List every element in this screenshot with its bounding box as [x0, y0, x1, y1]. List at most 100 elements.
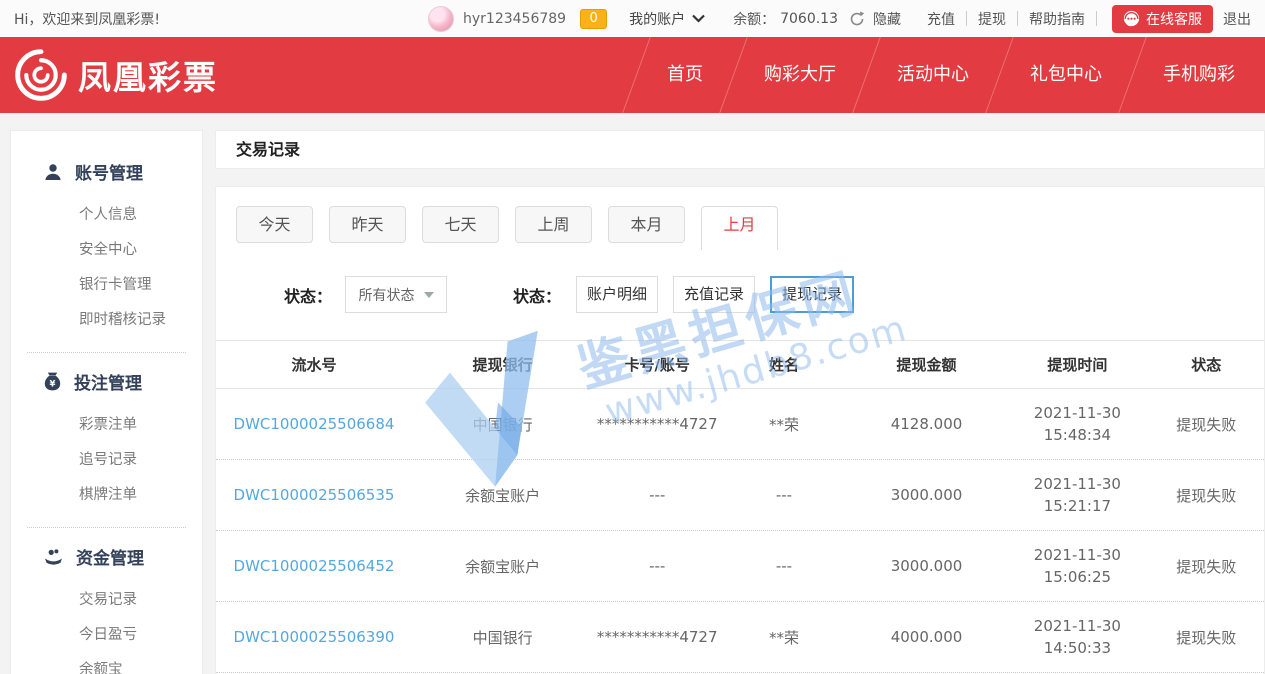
nav-item-gift-center[interactable]: 礼包中心 [1000, 37, 1132, 113]
bank-cell: 余额宝账户 [412, 556, 593, 577]
nav-item-mobile[interactable]: 手机购彩 [1133, 37, 1265, 113]
caret-down-icon [424, 292, 434, 298]
card-cell: ***********4727 [593, 415, 721, 433]
status-filter-label: 状态： [284, 283, 332, 307]
col-header-name: 姓名 [721, 354, 847, 375]
sidebar-item-bank-card[interactable]: 银行卡管理 [11, 268, 202, 303]
sidebar-item-board-orders[interactable]: 棋牌注单 [11, 478, 202, 513]
withdraw-link[interactable]: 提现 [978, 9, 1006, 29]
svg-text:¥: ¥ [50, 380, 56, 390]
bank-cell: 中国银行 [412, 627, 593, 648]
welcome-text: Hi，欢迎来到凤凰彩票! [14, 9, 160, 29]
table-row: DWC1000025506684 中国银行 ***********4727 **… [216, 389, 1264, 460]
sidebar-divider [27, 527, 186, 528]
tab-this-month[interactable]: 本月 [608, 206, 685, 243]
sidebar-section-title: 资金管理 [76, 544, 144, 569]
time-cell: 2021-11-30 15:48:34 [1006, 402, 1149, 446]
main-nav: 首页 购彩大厅 活动中心 礼包中心 手机购彩 [636, 37, 1265, 113]
main-header: 凤凰彩票 首页 购彩大厅 活动中心 礼包中心 手机购彩 [0, 37, 1265, 113]
recharge-link[interactable]: 充值 [927, 9, 955, 29]
hide-balance-link[interactable]: 隐藏 [873, 9, 901, 29]
sidebar-section-title: 账号管理 [75, 159, 143, 184]
message-count-badge[interactable]: 0 [580, 9, 607, 29]
col-header-amount: 提现金额 [847, 354, 1006, 375]
account-detail-button[interactable]: 账户明细 [576, 276, 658, 313]
col-header-status: 状态 [1149, 354, 1264, 375]
sidebar-item-security-center[interactable]: 安全中心 [11, 233, 202, 268]
card-cell: ***********4727 [593, 628, 721, 646]
tab-last-week[interactable]: 上周 [515, 206, 592, 243]
nav-item-lottery-hall[interactable]: 购彩大厅 [734, 37, 866, 113]
brand-logo[interactable]: 凤凰彩票 [14, 48, 218, 102]
main-content: 交易记录 今天 昨天 七天 上周 本月 上月 状态： 所有状态 状态： 账户明细… [215, 130, 1265, 674]
col-header-bank: 提现银行 [412, 354, 593, 375]
sidebar-section-account: 账号管理 [11, 159, 202, 184]
sidebar-section-funds: 资金管理 [11, 544, 202, 569]
name-cell: --- [721, 557, 847, 575]
status-cell: 提现失败 [1149, 414, 1264, 435]
help-guide-link[interactable]: 帮助指南 [1029, 9, 1085, 29]
time-cell: 2021-11-30 14:50:33 [1006, 615, 1149, 659]
username-text: hyr123456789 [463, 11, 566, 27]
user-avatar[interactable] [428, 6, 454, 32]
card-cell: --- [593, 486, 721, 504]
serial-number[interactable]: DWC1000025506390 [216, 628, 412, 646]
sidebar-section-betting: ¥ 投注管理 [11, 369, 202, 394]
tab-today[interactable]: 今天 [236, 206, 313, 243]
date-text: 2021-11-30 [1006, 615, 1149, 637]
logout-link[interactable]: 退出 [1223, 9, 1251, 29]
status-cell: 提现失败 [1149, 485, 1264, 506]
tab-seven-days[interactable]: 七天 [422, 206, 499, 243]
sidebar-item-transaction-records[interactable]: 交易记录 [11, 583, 202, 618]
bank-cell: 中国银行 [412, 414, 593, 435]
my-account-dropdown[interactable]: 我的账户 [629, 9, 705, 29]
card-cell: --- [593, 557, 721, 575]
time-text: 15:06:25 [1006, 566, 1149, 588]
time-cell: 2021-11-30 15:06:25 [1006, 544, 1149, 588]
sidebar: 账号管理 个人信息 安全中心 银行卡管理 即时稽核记录 ¥ 投注管理 彩票注单 … [10, 130, 203, 674]
withdraw-records-button[interactable]: 提现记录 [770, 276, 854, 313]
nav-item-home[interactable]: 首页 [637, 37, 733, 113]
time-cell: 2021-11-30 15:21:17 [1006, 473, 1149, 517]
amount-cell: 4000.000 [847, 628, 1006, 646]
type-filter-label: 状态： [513, 283, 561, 307]
recharge-records-button[interactable]: 充值记录 [673, 276, 755, 313]
divider [1017, 11, 1018, 26]
records-card: 今天 昨天 七天 上周 本月 上月 状态： 所有状态 状态： 账户明细 充值记录… [215, 186, 1265, 674]
funds-icon [44, 548, 63, 565]
bank-cell: 余额宝账户 [412, 485, 593, 506]
status-cell: 提现失败 [1149, 627, 1264, 648]
date-text: 2021-11-30 [1006, 473, 1149, 495]
sidebar-item-chase-records[interactable]: 追号记录 [11, 443, 202, 478]
online-service-button[interactable]: 在线客服 [1112, 5, 1213, 33]
status-select[interactable]: 所有状态 [345, 276, 447, 313]
time-text: 15:48:34 [1006, 424, 1149, 446]
tab-yesterday[interactable]: 昨天 [329, 206, 406, 243]
moneybag-icon: ¥ [44, 372, 61, 391]
table-row: DWC1000025506452 余额宝账户 --- --- 3000.000 … [216, 531, 1264, 602]
divider [966, 11, 967, 26]
sidebar-item-today-pl[interactable]: 今日盈亏 [11, 618, 202, 653]
refresh-icon[interactable] [849, 11, 865, 27]
serial-number[interactable]: DWC1000025506535 [216, 486, 412, 504]
table-row: DWC1000025506535 余额宝账户 --- --- 3000.000 … [216, 460, 1264, 531]
sidebar-section-title: 投注管理 [74, 369, 142, 394]
nav-item-activity-center[interactable]: 活动中心 [867, 37, 999, 113]
date-text: 2021-11-30 [1006, 544, 1149, 566]
amount-cell: 3000.000 [847, 486, 1006, 504]
phoenix-logo-icon [14, 48, 68, 102]
filter-row: 状态： 所有状态 状态： 账户明细 充值记录 提现记录 [216, 250, 1264, 340]
sidebar-item-personal-info[interactable]: 个人信息 [11, 198, 202, 233]
serial-number[interactable]: DWC1000025506684 [216, 415, 412, 433]
table-row: DWC1000025506390 中国银行 ***********4727 **… [216, 602, 1264, 673]
tab-last-month[interactable]: 上月 [701, 206, 778, 250]
serial-number[interactable]: DWC1000025506452 [216, 557, 412, 575]
page-title: 交易记录 [215, 130, 1265, 169]
sidebar-item-yuebao[interactable]: 余额宝 [11, 653, 202, 674]
brand-name: 凤凰彩票 [78, 51, 218, 99]
date-range-tabs: 今天 昨天 七天 上周 本月 上月 [216, 206, 1264, 250]
sidebar-item-audit-record[interactable]: 即时稽核记录 [11, 303, 202, 338]
user-icon [44, 163, 62, 181]
time-text: 14:50:33 [1006, 637, 1149, 659]
sidebar-item-lottery-orders[interactable]: 彩票注单 [11, 408, 202, 443]
